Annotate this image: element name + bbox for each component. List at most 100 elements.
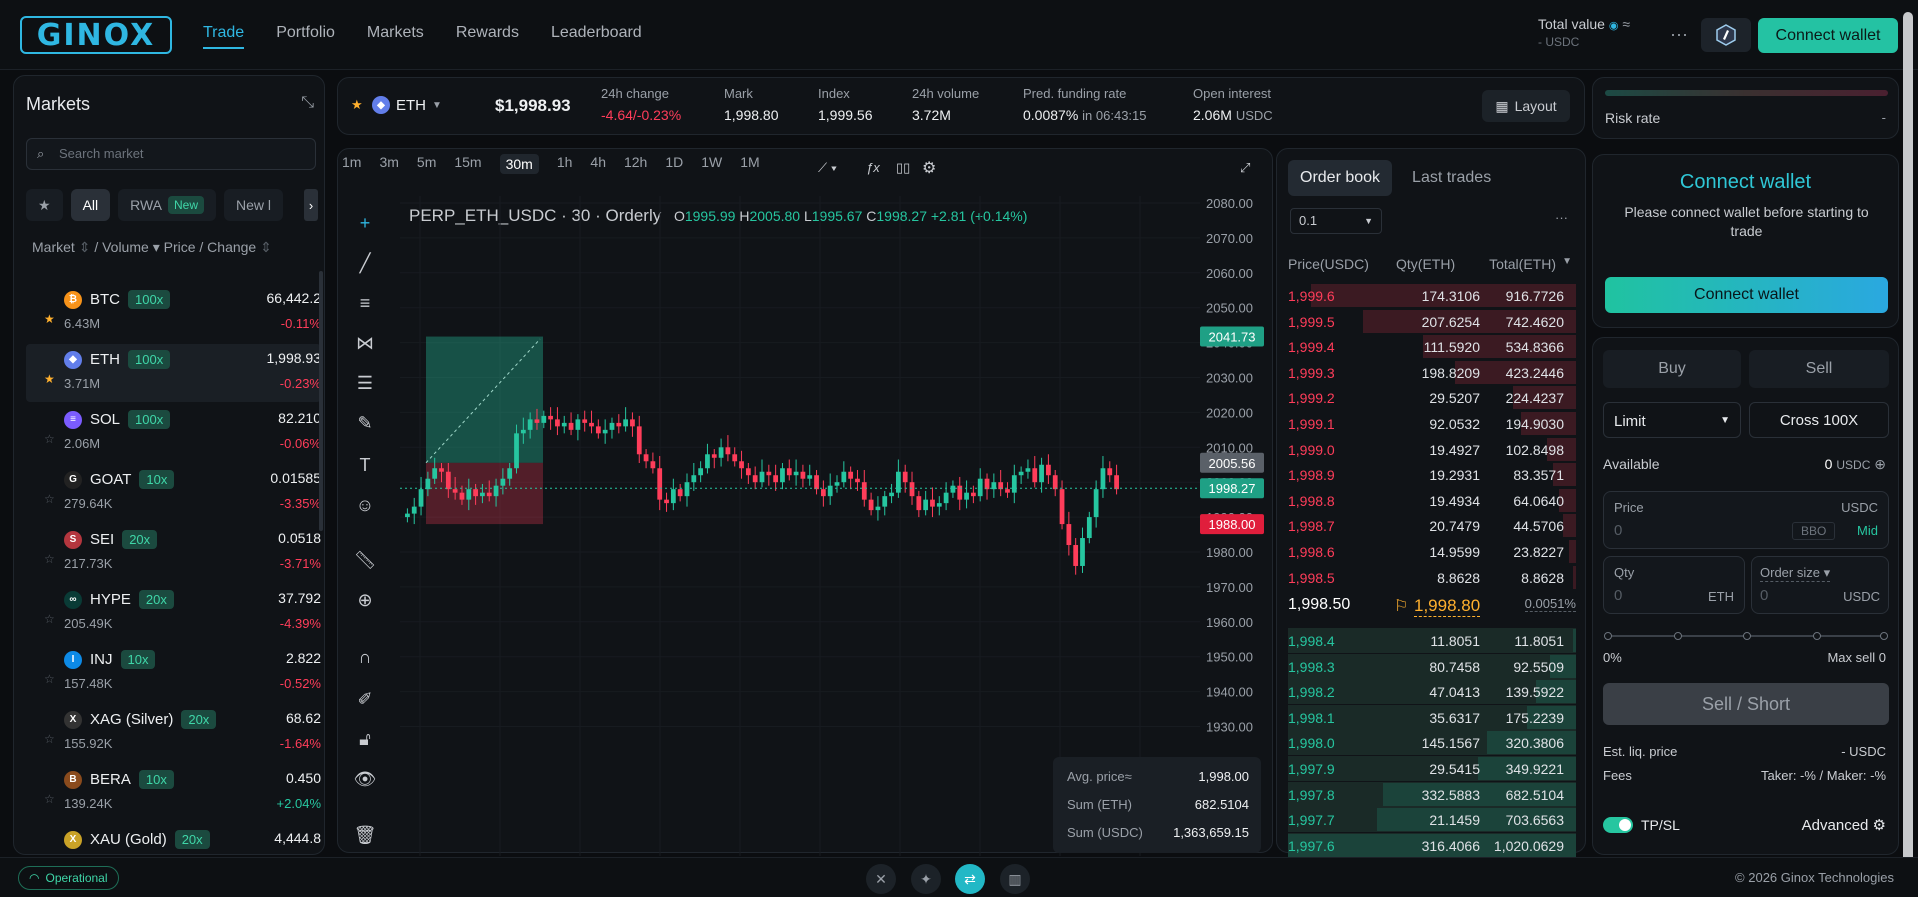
sell-short-button[interactable]: Sell / Short [1603,683,1889,725]
horizontal-lines-icon[interactable]: ≡ [350,288,380,318]
fib-icon[interactable]: ☰ [350,368,380,398]
ask-row[interactable]: 1,998.8 19.4934 64.0640 [1288,488,1576,513]
market-row[interactable]: ★ ₿ BTC 100x 6.43M 66,442.2 -0.11% [26,284,321,342]
nav-leaderboard[interactable]: Leaderboard [551,24,642,49]
star-icon[interactable]: ★ [44,312,55,326]
star-icon[interactable]: ☆ [44,732,55,746]
bid-row[interactable]: 1,997.8 332.5883 682.5104 [1288,781,1576,807]
col-price-change[interactable]: Price / Change [164,239,257,255]
tab-last-trades[interactable]: Last trades [1400,160,1503,196]
timeframe-1h[interactable]: 1h [557,154,573,174]
markets-scrollbar[interactable] [319,271,323,531]
ginox-logo[interactable]: GINOX [20,16,172,54]
ask-row[interactable]: 1,999.2 29.5207 224.4237 [1288,385,1576,410]
bbo-button[interactable]: BBO [1792,522,1836,540]
bid-row[interactable]: 1,998.4 11.8051 11.8051 [1288,628,1576,653]
market-row[interactable]: ☆ B BERA 10x 139.24K 0.450 +2.04% [26,764,321,822]
layout-button[interactable]: ▦ Layout [1482,90,1570,122]
filter-new[interactable]: New l [224,189,284,221]
nav-markets[interactable]: Markets [367,24,424,49]
buy-tab[interactable]: Buy [1603,350,1741,388]
timeframe-12h[interactable]: 12h [624,154,647,174]
timeframe-4h[interactable]: 4h [590,154,606,174]
connect-wallet-main-button[interactable]: Connect wallet [1605,277,1888,313]
emoji-icon[interactable]: ☺ [350,490,380,520]
timeframe-1W[interactable]: 1W [701,154,722,174]
bid-row[interactable]: 1,997.6 316.4066 1,020.0629 [1288,832,1576,858]
nav-trade[interactable]: Trade [203,24,245,49]
status-badge[interactable]: ◠ Operational [18,866,119,890]
trend-line-icon[interactable]: ╱ [350,248,380,278]
candle-type-icon[interactable]: ▯▯ [896,160,910,176]
collapse-icon[interactable]: ⤡ [301,94,314,112]
fullscreen-icon[interactable]: ⤢ [1240,160,1250,176]
bid-row[interactable]: 1,997.7 21.1459 703.6563 [1288,807,1576,833]
star-icon[interactable]: ☆ [44,672,55,686]
order-size-input[interactable]: Order size ▾ 0 USDC [1751,556,1889,614]
qty-input[interactable]: Qty 0 ETH [1603,556,1745,614]
advanced-button[interactable]: Advanced ⚙ [1802,816,1886,834]
market-row[interactable]: ☆ ≡ SOL 100x 2.06M 82.210 -0.06% [26,404,321,462]
ask-row[interactable]: 1,999.0 19.4927 102.8498 [1288,437,1576,462]
timeframe-1m[interactable]: 1m [342,154,361,174]
tab-order-book[interactable]: Order book [1288,160,1393,196]
filter-icon[interactable]: ▼ [1562,256,1572,267]
zoom-in-icon[interactable]: ⊕ [350,585,380,615]
star-icon[interactable]: ★ [44,372,55,386]
filters-scroll-right-icon[interactable]: › [304,189,318,221]
ask-row[interactable]: 1,998.5 8.8628 8.8628 [1288,565,1576,590]
precision-select[interactable]: 0.1 ▼ [1290,208,1382,234]
col-volume[interactable]: / Volume [94,239,148,255]
fav-star-icon[interactable]: ★ [351,97,363,113]
timeframe-5m[interactable]: 5m [417,154,436,174]
ask-row[interactable]: 1,999.3 198.8209 423.2446 [1288,360,1576,385]
market-row[interactable]: ☆ I INJ 10x 157.48K 2.822 -0.52% [26,644,321,702]
magnet-icon[interactable]: ∩ [350,642,380,672]
filter-all[interactable]: All [70,189,111,221]
timeframe-3m[interactable]: 3m [379,154,398,174]
eye-icon[interactable]: ◉ [1609,20,1619,32]
bid-row[interactable]: 1,998.2 47.0413 139.5922 [1288,679,1576,705]
market-row[interactable]: ☆ ∞ HYPE 20x 205.49K 37.792 -4.39% [26,584,321,642]
col-market[interactable]: Market [32,239,75,255]
ask-row[interactable]: 1,999.1 92.0532 194.9030 [1288,411,1576,436]
timeframe-1D[interactable]: 1D [665,154,683,174]
margin-mode-button[interactable]: Cross 100X [1749,402,1889,438]
ask-row[interactable]: 1,999.6 174.3106 916.7726 [1288,283,1576,308]
connect-wallet-button[interactable]: Connect wallet [1758,18,1898,53]
star-icon[interactable]: ☆ [44,492,55,506]
market-row[interactable]: ☆ S SEI 20x 217.73K 0.0518 -3.71% [26,524,321,582]
sparkle-icon[interactable]: ✦ [911,864,941,894]
market-row[interactable]: ☆ X XAG (Silver) 20x 155.92K 68.62 -1.64% [26,704,321,762]
market-row[interactable]: ☆ G GOAT 10x 279.64K 0.01585 -3.35% [26,464,321,522]
price-input[interactable]: Price USDC 0 BBO Mid [1603,491,1889,549]
market-row[interactable]: ☆XXAU (Gold)20x129.06K4,444.8-1.10% [26,824,321,854]
timeframe-15m[interactable]: 15m [454,154,481,174]
bid-row[interactable]: 1,998.3 80.7458 92.5509 [1288,653,1576,679]
nav-portfolio[interactable]: Portfolio [276,24,335,49]
ask-row[interactable]: 1,998.6 14.9599 23.8227 [1288,539,1576,564]
ask-row[interactable]: 1,999.5 207.6254 742.4620 [1288,309,1576,334]
lock-drawing-icon[interactable]: ✐ [350,684,380,714]
symbol-selector[interactable]: ◆ ETH ▼ [372,96,442,114]
search-market-input[interactable]: ⌕ Search market [26,138,316,170]
star-icon[interactable]: ☆ [44,792,55,806]
lock-icon[interactable]: 🔓︎ [350,724,380,754]
star-icon[interactable]: ☆ [44,852,55,854]
star-icon[interactable]: ☆ [44,552,55,566]
bid-row[interactable]: 1,997.9 29.5415 349.9221 [1288,756,1576,781]
orderbook-more-icon[interactable]: ··· [1555,210,1568,225]
mid-button[interactable]: Mid [1857,523,1878,538]
stats-icon[interactable]: ▥ [1000,864,1030,894]
brush-icon[interactable]: ✎ [350,408,380,438]
visibility-icon[interactable]: 👁︎ [350,764,380,794]
network-selector[interactable] [1701,18,1751,52]
ruler-icon[interactable]: 📏︎ [350,545,380,575]
tpsl-toggle[interactable] [1603,817,1633,833]
star-icon[interactable]: ☆ [44,432,55,446]
size-slider[interactable] [1604,632,1888,640]
bid-row[interactable]: 1,998.1 35.6317 175.2239 [1288,704,1576,730]
filter-rwa[interactable]: RWA New [118,189,217,221]
sell-tab[interactable]: Sell [1749,350,1889,388]
more-icon[interactable]: ··· [1670,24,1688,45]
